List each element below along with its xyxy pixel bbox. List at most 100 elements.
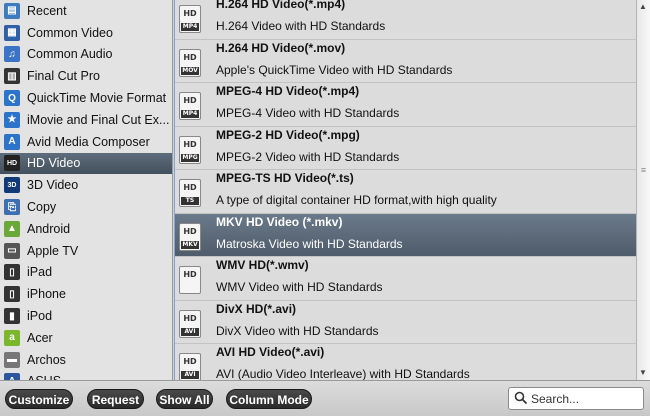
hd-format-icon: HD MP4 [179, 5, 201, 33]
hd-format-icon: HD TS [179, 179, 201, 207]
format-item[interactable]: HD TS MPEG-TS HD Video(*.ts) A type of digi… [175, 170, 636, 214]
format-title: MKV HD Video (*.mkv) [216, 214, 343, 229]
category-item-label: Apple TV [27, 243, 79, 258]
format-title: DivX HD(*.avi) [216, 301, 297, 316]
category-item[interactable]: ▬ Archos [0, 349, 172, 371]
format-item[interactable]: HD WMV HD(*.wmv) WMV Video with HD Standar… [175, 257, 636, 301]
format-item[interactable]: HD AVI DivX HD(*.avi) DivX Video with HD St… [175, 301, 636, 344]
category-item-label: Android [27, 221, 71, 236]
customize-button[interactable]: Customize [5, 389, 73, 409]
format-title: H.264 HD Video(*.mp4) [216, 0, 346, 11]
format-description: H.264 Video with HD Standards [216, 19, 386, 33]
hd-format-icon-label: HD [183, 270, 197, 279]
format-tag: AVI [181, 327, 199, 336]
format-list[interactable]: HD MP4 H.264 HD Video(*.mp4) H.264 Video wi… [174, 0, 636, 380]
format-title: MPEG-4 HD Video(*.mp4) [216, 84, 360, 98]
format-tag: MP4 [181, 23, 199, 31]
category-item-label: Archos [27, 352, 66, 367]
format-description: Apple's QuickTime Video with HD Standard… [216, 62, 453, 77]
scroll-thumb-grip-icon[interactable]: ≡ [639, 150, 648, 190]
folder-icon: ▤ [4, 2, 20, 19]
hd-format-icon: HD MP4 [179, 92, 201, 120]
hd-format-icon-label: HD [183, 313, 197, 323]
category-item-label: iPod [27, 309, 53, 324]
format-item[interactable]: HD MKV MKV HD Video (*.mkv) Matroska Video … [175, 213, 636, 257]
category-item[interactable]: ▤ Recent [0, 0, 172, 22]
search-box[interactable] [508, 387, 644, 410]
category-item[interactable]: a Acer [0, 327, 172, 349]
format-item[interactable]: HD MOV H.264 HD Video(*.mov) Apple's QuickT… [175, 40, 636, 83]
bottom-toolbar: Customize Request Show All Column Mode [0, 380, 650, 416]
iphone-icon: ▯ [4, 286, 20, 303]
format-title: MPEG-2 HD Video(*.mpg) [216, 127, 360, 142]
format-description: WMV Video with HD Standards [216, 280, 383, 294]
format-item[interactable]: HD AVI AVI HD Video(*.avi) AVI (Audio Video… [175, 344, 636, 380]
format-title: AVI HD Video(*.avi) [216, 345, 325, 359]
scroll-down-arrow-icon[interactable]: ▼ [639, 368, 647, 377]
format-description: MPEG-4 Video with HD Standards [216, 106, 400, 120]
music-note-icon: ♫ [4, 46, 20, 63]
format-item[interactable]: HD MP4 MPEG-4 HD Video(*.mp4) MPEG-4 Video … [175, 83, 636, 127]
category-item-label: Final Cut Pro [27, 69, 100, 84]
category-item[interactable]: ▭ Apple TV [0, 240, 172, 262]
category-item-label: Acer [27, 330, 53, 345]
format-description: AVI (Audio Video Interleave) with HD Sta… [216, 367, 470, 380]
format-tag: TS [181, 197, 199, 205]
category-item[interactable]: ▲ Android [0, 218, 172, 240]
hd-format-icon: HD MOV [179, 48, 201, 77]
search-input[interactable] [531, 390, 639, 408]
acer-icon: a [4, 329, 20, 346]
category-item-label: Copy [27, 200, 57, 215]
format-description: Matroska Video with HD Standards [216, 236, 403, 251]
hd-format-icon-label: HD [183, 96, 197, 105]
category-item[interactable]: 3D 3D Video [0, 174, 172, 196]
category-item[interactable]: ♫ Common Audio [0, 44, 172, 66]
3d-icon: 3D [4, 177, 20, 194]
category-item[interactable]: ⎘ Copy [0, 196, 172, 218]
imovie-icon: ★ [4, 111, 20, 128]
format-item[interactable]: HD MPG MPEG-2 HD Video(*.mpg) MPEG-2 Video … [175, 127, 636, 170]
request-button[interactable]: Request [87, 389, 144, 409]
category-item-label: Common Audio [27, 47, 113, 62]
format-item[interactable]: HD MP4 H.264 HD Video(*.mp4) H.264 Video wi… [175, 0, 636, 40]
quicktime-icon: Q [4, 90, 20, 107]
category-item[interactable]: ▦ Common Video [0, 22, 172, 44]
format-description: A type of digital container HD format,wi… [216, 193, 497, 207]
hd-format-icon: HD MKV [179, 222, 201, 251]
format-tag: AVI [181, 371, 199, 379]
category-item[interactable]: ★ iMovie and Final Cut Ex... [0, 109, 172, 131]
category-list[interactable]: ▤ Recent ▦ Common Video ♫ Common Audio ▥ Final … [0, 0, 173, 380]
category-item[interactable]: HD HD Video [0, 152, 172, 175]
category-item-label: Avid Media Composer [27, 134, 150, 149]
hd-format-icon-label: HD [183, 226, 197, 236]
category-item[interactable]: ▯ iPad [0, 262, 172, 284]
format-tag: MPG [181, 153, 199, 162]
copy-icon: ⎘ [4, 199, 20, 216]
category-item[interactable]: Q QuickTime Movie Format [0, 87, 172, 109]
android-icon: ▲ [4, 220, 20, 237]
category-item-label: HD Video [27, 156, 81, 171]
category-item-label: iMovie and Final Cut Ex... [27, 112, 170, 127]
format-description: DivX Video with HD Standards [216, 323, 379, 338]
format-description: MPEG-2 Video with HD Standards [216, 149, 400, 164]
category-item[interactable]: ▮ iPod [0, 305, 172, 327]
category-item-label: iPad [27, 265, 53, 280]
search-icon [514, 391, 528, 405]
format-tag: MP4 [181, 110, 199, 118]
format-title: MPEG-TS HD Video(*.ts) [216, 171, 354, 185]
category-item[interactable]: AASUS [0, 371, 172, 380]
hd-format-icon: HD AVI [179, 309, 201, 338]
category-item-label: 3D Video [27, 178, 79, 193]
film-icon: ▦ [4, 24, 20, 41]
category-item[interactable]: ▥ Final Cut Pro [0, 65, 172, 87]
column-mode-button[interactable]: Column Mode [226, 389, 312, 409]
category-item[interactable]: ▯ iPhone [0, 283, 172, 305]
show-all-button[interactable]: Show All [156, 389, 213, 409]
scroll-up-arrow-icon[interactable]: ▲ [639, 2, 647, 11]
ipod-icon: ▮ [4, 308, 20, 325]
avid-icon: A [4, 133, 20, 150]
clapper-icon: ▥ [4, 68, 20, 85]
hd-format-icon-label: HD [183, 9, 197, 18]
category-item[interactable]: A Avid Media Composer [0, 131, 172, 153]
format-list-scrollbar[interactable]: ▲ ≡ ▼ [636, 0, 650, 380]
